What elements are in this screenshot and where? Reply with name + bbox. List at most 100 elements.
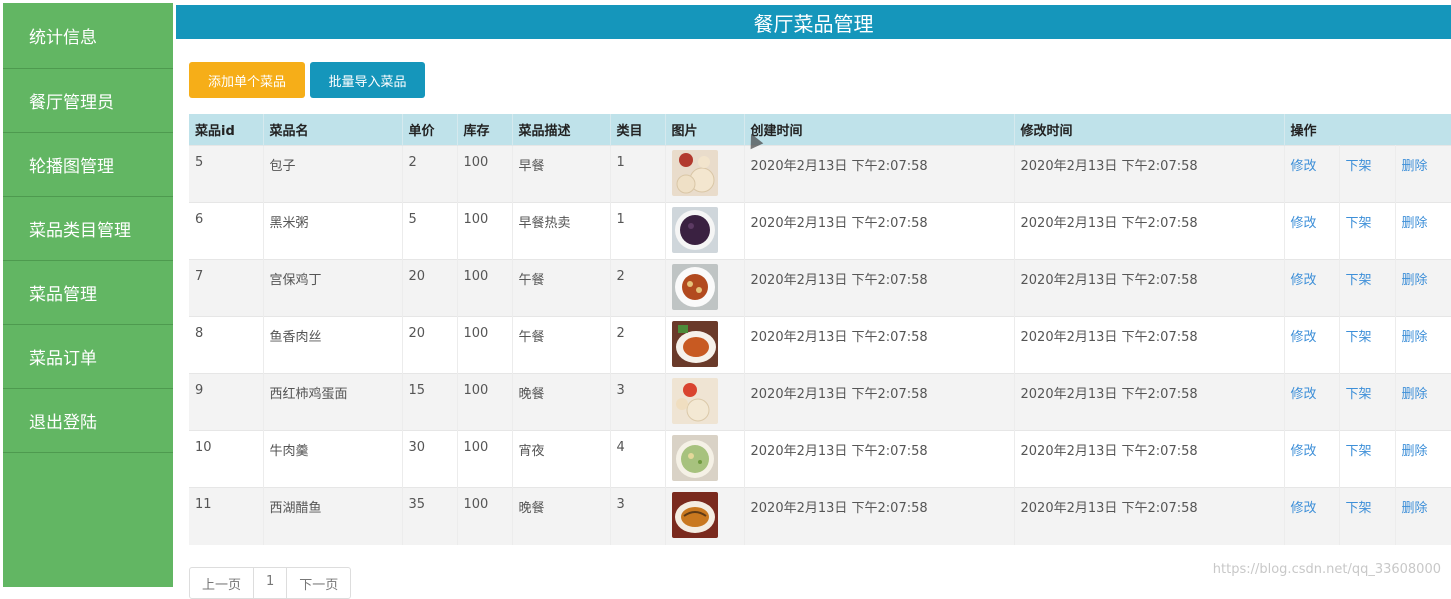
delete-link[interactable]: 删除 bbox=[1402, 216, 1428, 231]
cell-offline: 下架 bbox=[1339, 316, 1396, 374]
column-header: 修改时间 bbox=[1014, 114, 1285, 146]
dish-image-icon bbox=[671, 435, 718, 481]
prev-page-button[interactable]: 上一页 bbox=[190, 568, 255, 598]
cell-created-time: 2020年2月13日 下午2:07:58 bbox=[744, 487, 1015, 545]
cell-name: 包子 bbox=[263, 145, 403, 203]
edit-link[interactable]: 修改 bbox=[1291, 273, 1317, 288]
offline-link[interactable]: 下架 bbox=[1346, 330, 1372, 345]
offline-link[interactable]: 下架 bbox=[1346, 216, 1372, 231]
cell-edit: 修改 bbox=[1284, 316, 1340, 374]
cell-delete: 删除 bbox=[1395, 202, 1451, 260]
cell-price: 20 bbox=[402, 259, 458, 317]
cell-price: 20 bbox=[402, 316, 458, 374]
sidebar-item-categories[interactable]: 菜品类目管理 bbox=[3, 197, 173, 261]
cell-delete: 删除 bbox=[1395, 430, 1451, 488]
next-page-button[interactable]: 下一页 bbox=[287, 568, 350, 598]
cell-image bbox=[665, 145, 745, 203]
cell-name: 西湖醋鱼 bbox=[263, 487, 403, 545]
column-header: 操作 bbox=[1284, 114, 1451, 146]
sidebar-item-carousel[interactable]: 轮播图管理 bbox=[3, 133, 173, 197]
cell-modified-time: 2020年2月13日 下午2:07:58 bbox=[1014, 316, 1285, 374]
cell-created-time: 2020年2月13日 下午2:07:58 bbox=[744, 316, 1015, 374]
edit-link[interactable]: 修改 bbox=[1291, 159, 1317, 174]
dish-image-icon bbox=[671, 321, 718, 367]
cell-modified-time: 2020年2月13日 下午2:07:58 bbox=[1014, 430, 1285, 488]
sidebar-item-dishes[interactable]: 菜品管理 bbox=[3, 261, 173, 325]
sidebar-item-label: 菜品管理 bbox=[29, 285, 97, 305]
page-header: 餐厅菜品管理 bbox=[176, 5, 1451, 39]
cell-description: 午餐 bbox=[512, 316, 611, 374]
sidebar-item-label: 轮播图管理 bbox=[29, 157, 114, 177]
cell-image bbox=[665, 373, 745, 431]
cell-image bbox=[665, 259, 745, 317]
offline-link[interactable]: 下架 bbox=[1346, 273, 1372, 288]
cell-created-time: 2020年2月13日 下午2:07:58 bbox=[744, 373, 1015, 431]
dish-table: 菜品id 菜品名 单价 库存 菜品描述 类目 图片 创建时间 修改时间 操作 5… bbox=[189, 114, 1451, 545]
edit-link[interactable]: 修改 bbox=[1291, 330, 1317, 345]
cell-edit: 修改 bbox=[1284, 430, 1340, 488]
offline-link[interactable]: 下架 bbox=[1346, 387, 1372, 402]
batch-import-button[interactable]: 批量导入菜品 bbox=[310, 62, 425, 98]
cell-modified-time: 2020年2月13日 下午2:07:58 bbox=[1014, 373, 1285, 431]
cell-id: 6 bbox=[189, 202, 264, 260]
page-number-button[interactable]: 1 bbox=[254, 568, 288, 598]
delete-link[interactable]: 删除 bbox=[1402, 387, 1428, 402]
sidebar-item-orders[interactable]: 菜品订单 bbox=[3, 325, 173, 389]
column-header: 创建时间 bbox=[744, 114, 1015, 146]
add-dish-button[interactable]: 添加单个菜品 bbox=[189, 62, 305, 98]
cell-stock: 100 bbox=[457, 259, 513, 317]
edit-link[interactable]: 修改 bbox=[1291, 444, 1317, 459]
cell-edit: 修改 bbox=[1284, 259, 1340, 317]
dish-image-icon bbox=[671, 150, 718, 196]
offline-link[interactable]: 下架 bbox=[1346, 444, 1372, 459]
sidebar-item-label: 统计信息 bbox=[29, 28, 97, 48]
offline-link[interactable]: 下架 bbox=[1346, 501, 1372, 516]
cell-delete: 删除 bbox=[1395, 373, 1451, 431]
delete-link[interactable]: 删除 bbox=[1402, 330, 1428, 345]
offline-link[interactable]: 下架 bbox=[1346, 159, 1372, 174]
cell-created-time: 2020年2月13日 下午2:07:58 bbox=[744, 202, 1015, 260]
cell-price: 5 bbox=[402, 202, 458, 260]
delete-link[interactable]: 删除 bbox=[1402, 444, 1428, 459]
cell-edit: 修改 bbox=[1284, 373, 1340, 431]
cell-description: 早餐 bbox=[512, 145, 611, 203]
cell-name: 黑米粥 bbox=[263, 202, 403, 260]
table-row: 5 包子 2 100 早餐 1 2020年2月13日 下午2:07:58 2020年2月13日… bbox=[189, 145, 1451, 203]
dish-image-icon bbox=[671, 492, 718, 538]
edit-link[interactable]: 修改 bbox=[1291, 387, 1317, 402]
cell-modified-time: 2020年2月13日 下午2:07:58 bbox=[1014, 259, 1285, 317]
cell-offline: 下架 bbox=[1339, 145, 1396, 203]
edit-link[interactable]: 修改 bbox=[1291, 216, 1317, 231]
table-row: 10 牛肉羹 30 100 宵夜 4 2020年2月13日 下午2:07:58 2020年2月… bbox=[189, 430, 1451, 488]
watermark: https://blog.csdn.net/qq_33608000 bbox=[1212, 562, 1441, 577]
cell-delete: 删除 bbox=[1395, 316, 1451, 374]
cell-delete: 删除 bbox=[1395, 487, 1451, 545]
pagination: 上一页 1 下一页 bbox=[189, 567, 352, 599]
sidebar-item-label: 菜品类目管理 bbox=[29, 221, 131, 241]
edit-link[interactable]: 修改 bbox=[1291, 501, 1317, 516]
delete-link[interactable]: 删除 bbox=[1402, 501, 1428, 516]
cell-price: 15 bbox=[402, 373, 458, 431]
cell-stock: 100 bbox=[457, 145, 513, 203]
cell-stock: 100 bbox=[457, 487, 513, 545]
table-row: 11 西湖醋鱼 35 100 晚餐 3 2020年2月13日 下午2:07:58 2020年2… bbox=[189, 487, 1451, 545]
delete-link[interactable]: 删除 bbox=[1402, 159, 1428, 174]
sidebar-item-logout[interactable]: 退出登陆 bbox=[3, 389, 173, 453]
delete-link[interactable]: 删除 bbox=[1402, 273, 1428, 288]
sidebar-item-admins[interactable]: 餐厅管理员 bbox=[3, 69, 173, 133]
cell-offline: 下架 bbox=[1339, 487, 1396, 545]
cell-image bbox=[665, 487, 745, 545]
dish-image-icon bbox=[671, 207, 718, 253]
cell-edit: 修改 bbox=[1284, 487, 1340, 545]
cell-delete: 删除 bbox=[1395, 259, 1451, 317]
cell-stock: 100 bbox=[457, 430, 513, 488]
sidebar-item-label: 菜品订单 bbox=[29, 349, 97, 369]
cell-image bbox=[665, 430, 745, 488]
column-header: 库存 bbox=[457, 114, 513, 146]
cell-stock: 100 bbox=[457, 373, 513, 431]
cell-created-time: 2020年2月13日 下午2:07:58 bbox=[744, 430, 1015, 488]
cell-id: 7 bbox=[189, 259, 264, 317]
sidebar-item-label: 餐厅管理员 bbox=[29, 93, 114, 113]
sidebar-item-stats[interactable]: 统计信息 bbox=[3, 3, 173, 69]
column-header: 图片 bbox=[665, 114, 745, 146]
